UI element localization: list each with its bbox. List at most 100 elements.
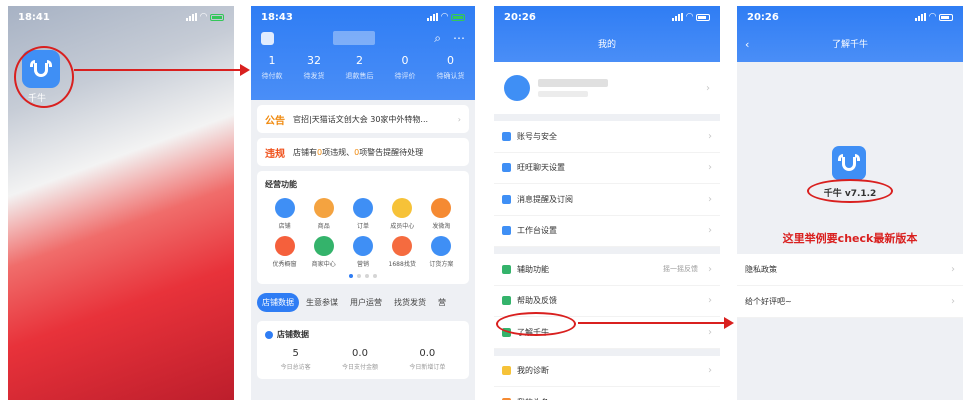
function-label: 发微淘 <box>432 223 451 230</box>
order-stat[interactable]: 2 退款售后 <box>346 54 374 81</box>
chevron-right-icon: › <box>457 114 461 124</box>
settings-item[interactable]: 工作台设置 › <box>494 216 720 247</box>
function-item[interactable]: 1688找货 <box>383 236 422 268</box>
function-icon <box>274 236 295 256</box>
status-icons: ◠ <box>672 12 710 22</box>
shop-data-title: 店铺数据 <box>265 329 461 340</box>
order-stat[interactable]: 0 待评价 <box>395 54 416 81</box>
back-icon[interactable]: ‹ <box>745 38 749 51</box>
my-header: 20:26 ◠ 我的 <box>494 6 720 62</box>
settings-item[interactable]: 我的诊断 › <box>494 356 720 387</box>
profile-row[interactable]: › <box>494 62 720 114</box>
function-item[interactable]: 店铺 <box>265 198 304 230</box>
function-item[interactable]: 商家中心 <box>304 236 343 268</box>
search-icon[interactable]: ⌕ <box>434 31 441 46</box>
function-item[interactable]: 发微淘 <box>422 198 461 230</box>
about-item[interactable]: 给个好评吧~ › <box>737 286 963 318</box>
status-time: 18:41 <box>18 11 50 23</box>
signal-icon <box>427 13 439 21</box>
signal-icon <box>672 13 684 21</box>
function-label: 店铺 <box>278 223 291 230</box>
shop-data-card: 店铺数据 5 今日总访客 0.0 今日支付金额 0.0 今日新增订单 <box>257 321 469 379</box>
annotation-oval <box>807 179 893 203</box>
data-tab[interactable]: 用户运营 <box>345 293 387 312</box>
function-label: 商品 <box>317 223 330 230</box>
stat-label: 待评价 <box>394 72 416 80</box>
chevron-right-icon: › <box>708 130 712 142</box>
chevron-right-icon: › <box>708 295 712 307</box>
annotation-circle <box>14 46 74 108</box>
toolbar-actions: ⌕ ⋯ <box>434 31 465 46</box>
page-title: 我的 <box>597 40 616 50</box>
qianniu-logo-icon <box>832 146 866 180</box>
settings-item[interactable]: 辅助功能 摇一摇反馈 › <box>494 254 720 286</box>
stat-number: 1 <box>268 54 276 67</box>
battery-icon <box>939 13 953 21</box>
function-item[interactable]: 优秀橱窗 <box>265 236 304 268</box>
phone-home-screen: 18:41 ◠ 千牛 <box>8 6 234 400</box>
function-icon <box>313 198 334 218</box>
data-tab[interactable]: 店铺数据 <box>257 293 299 312</box>
stat-number: 0 <box>401 54 409 67</box>
function-icon <box>392 198 413 218</box>
wifi-icon: ◠ <box>686 12 693 22</box>
function-label: 订单 <box>356 223 369 230</box>
announcement-text: 官招|天猫话文创大会 30家中外特物... <box>293 114 429 124</box>
chevron-right-icon: › <box>708 263 712 275</box>
status-time: 20:26 <box>504 11 536 23</box>
function-label: 1688找货 <box>388 261 416 268</box>
settings-item-value: 摇一摇反馈 <box>663 265 698 274</box>
annotation-arrow-head <box>724 317 734 329</box>
data-tab[interactable]: 生意参谋 <box>301 293 343 312</box>
status-icons: ◠ <box>186 12 224 22</box>
function-item[interactable]: 营销 <box>343 236 382 268</box>
violation-card[interactable]: 违规 店铺有0项违规、0项警告提醒待处理 <box>257 138 469 166</box>
order-stat[interactable]: 32 待发货 <box>304 54 325 81</box>
announcement-card[interactable]: 公告 官招|天猫话文创大会 30家中外特物... › <box>257 105 469 133</box>
tutorial-collage: 18:41 ◠ 千牛 18:43 ◠ ⌕ ⋯ 1 待付款 32 待发货 2 退款… <box>0 0 964 400</box>
settings-item-icon <box>502 163 511 173</box>
function-icon <box>392 236 413 256</box>
settings-item[interactable]: 账号与安全 › <box>494 121 720 153</box>
chevron-right-icon: › <box>708 225 712 237</box>
shop-name-redacted <box>333 31 376 45</box>
function-label: 订货方案 <box>429 261 454 268</box>
annotation-arrow-line <box>74 69 242 71</box>
wifi-icon: ◠ <box>441 12 448 22</box>
settings-item-label: 账号与安全 <box>517 131 557 141</box>
settings-item[interactable]: 消息提醒及订阅 › <box>494 184 720 216</box>
settings-item-icon <box>502 366 511 376</box>
shop-switch-icon[interactable] <box>261 31 274 45</box>
page-indicator <box>265 274 461 278</box>
function-item[interactable]: 订单 <box>343 198 382 230</box>
settings-item-label: 旺旺聊天设置 <box>517 163 565 173</box>
function-item[interactable]: 订货方案 <box>422 236 461 268</box>
annotation-arrow-line <box>578 322 726 324</box>
function-item[interactable]: 成员中心 <box>383 198 422 230</box>
violation-tag: 违规 <box>265 148 285 160</box>
settings-item-icon <box>502 264 511 274</box>
status-time: 20:26 <box>747 11 779 23</box>
data-tabs: 店铺数据 生意参谋 用户运营 找货发货营 <box>251 289 475 316</box>
data-tab[interactable]: 找货发货 <box>389 293 431 312</box>
data-tab[interactable]: 营 <box>433 293 451 312</box>
more-icon[interactable]: ⋯ <box>453 31 465 46</box>
status-bar: 18:43 ◠ <box>251 6 475 28</box>
settings-item-icon <box>502 194 511 204</box>
function-label: 商家中心 <box>311 261 336 268</box>
settings-group-1: 账号与安全 › 旺旺聊天设置 › 消息提醒及订阅 › 工作台设置 › <box>494 121 720 247</box>
settings-item[interactable]: 旺旺聊天设置 › <box>494 153 720 184</box>
stat-label: 待确认货 <box>436 72 465 80</box>
battery-icon <box>696 13 710 21</box>
order-stat[interactable]: 0 待确认货 <box>437 54 465 81</box>
violation-text: 店铺有0项违规、0项警告提醒待处理 <box>293 147 424 157</box>
chevron-right-icon: › <box>951 296 955 307</box>
about-item[interactable]: 隐私政策 › <box>737 254 963 286</box>
order-stat[interactable]: 1 待付款 <box>262 54 283 81</box>
workbench-toolbar: ⌕ ⋯ <box>251 28 475 48</box>
settings-item[interactable]: 我的头条› <box>494 387 720 400</box>
status-bar: 20:26 ◠ <box>494 6 720 28</box>
stat-label: 待付款 <box>261 72 283 80</box>
battery-icon <box>210 13 224 21</box>
function-item[interactable]: 商品 <box>304 198 343 230</box>
